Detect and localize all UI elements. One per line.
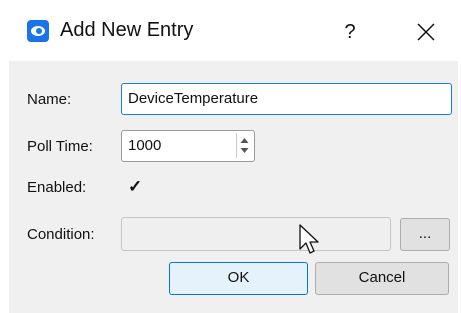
app-eye-icon [27, 20, 49, 42]
help-button[interactable]: ? [333, 15, 367, 49]
spinner-arrows[interactable] [236, 133, 252, 158]
enabled-label: Enabled: [27, 179, 87, 196]
condition-input[interactable] [121, 217, 391, 251]
ok-button[interactable]: OK [169, 262, 308, 295]
condition-label: Condition: [27, 226, 95, 243]
cancel-button[interactable]: Cancel [315, 262, 449, 295]
poll-time-value: 1000 [128, 137, 162, 154]
mouse-cursor-icon [299, 224, 319, 254]
spin-arrows-icon [240, 138, 249, 153]
enabled-checkbox[interactable]: ✓ [128, 178, 144, 195]
window-title: Add New Entry [60, 19, 194, 41]
name-label: Name: [27, 91, 72, 108]
poll-time-label: Poll Time: [27, 138, 93, 155]
title-bar: Add New Entry ? [0, 0, 461, 60]
close-icon [417, 23, 435, 41]
name-input[interactable]: DeviceTemperature [121, 83, 452, 115]
condition-browse-button[interactable]: ... [400, 218, 450, 251]
close-button[interactable] [409, 15, 443, 49]
poll-time-spinbox[interactable]: 1000 [121, 130, 255, 162]
